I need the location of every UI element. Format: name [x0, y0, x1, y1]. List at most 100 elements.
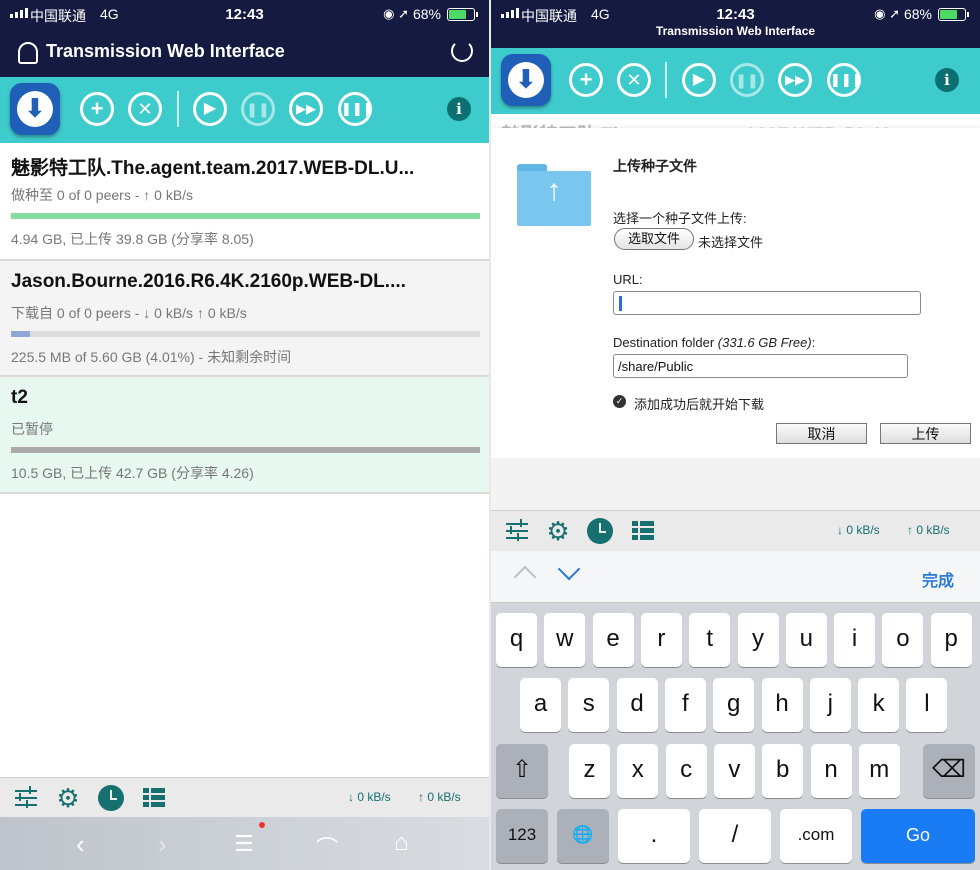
torrent-row[interactable]: Jason.Bourne.2016.R6.4K.2160p.WEB-DL....… [0, 261, 489, 377]
start-all-button[interactable]: ▶▶ [289, 92, 323, 126]
upload-speed: ↑ 0 kB/s [907, 523, 950, 537]
battery-percent: 68% [903, 6, 932, 22]
list-icon[interactable] [630, 518, 656, 544]
progress-bar [11, 331, 480, 337]
filter-sliders-icon[interactable] [504, 518, 530, 544]
filter-sliders-icon[interactable] [13, 785, 39, 811]
back-icon[interactable]: ‹ [76, 829, 85, 860]
key-s[interactable]: s [568, 678, 610, 732]
upload-speed: ↑ 0 kB/s [418, 790, 461, 804]
choose-file-button[interactable]: 选取文件 [614, 228, 694, 250]
key-t[interactable]: t [689, 613, 731, 667]
text-caret [619, 296, 622, 311]
status-bar: 中国联通 4G 12:43 ◉ ➚ 68% [0, 0, 489, 28]
clock-icon[interactable] [98, 785, 124, 811]
dialog-title: 上传种子文件 [613, 158, 697, 174]
torrent-peers: 做种至 0 of 0 peers - ↑ 0 kB/s [11, 187, 194, 203]
pause-button[interactable]: ❚❚ [730, 63, 764, 97]
list-behind-dialog: 魅影特工队.The.agent.team.2017.WEB-DL.U... [491, 114, 980, 128]
key-f[interactable]: f [664, 678, 706, 732]
pause-all-button[interactable]: ❚❚❚ [338, 92, 374, 126]
info-icon[interactable]: i [447, 97, 471, 121]
torrent-row[interactable]: t2 已暂停 10.5 GB, 已上传 42.7 GB (分享率 4.26) [0, 377, 489, 494]
key-a[interactable]: a [520, 678, 561, 732]
key-w[interactable]: w [544, 613, 586, 667]
notification-dot [259, 822, 265, 828]
key-b[interactable]: b [762, 744, 804, 798]
destination-folder-input[interactable]: /share/Public [613, 354, 908, 378]
torrent-stats: 225.5 MB of 5.60 GB (4.01%) - 未知剩余时间 [11, 349, 292, 365]
info-icon[interactable]: i [935, 68, 959, 92]
right-screen: 中国联通 4G 12:43 ◉ ➚ 68% Transmission Web I… [491, 0, 980, 870]
key-e[interactable]: e [592, 613, 634, 667]
key-n[interactable]: n [810, 744, 852, 798]
app-header: Transmission Web Interface [0, 28, 489, 77]
key-x[interactable]: x [617, 744, 659, 798]
autostart-checkbox[interactable]: ✓ [613, 395, 626, 408]
transmission-logo: ⬇ [501, 54, 551, 106]
start-button[interactable]: ▶ [682, 63, 716, 97]
pause-button[interactable]: ❚❚ [241, 92, 275, 126]
clock-icon[interactable] [587, 518, 613, 544]
list-icon[interactable] [141, 785, 167, 811]
key-i[interactable]: i [834, 613, 876, 667]
start-button[interactable]: ▶ [193, 92, 227, 126]
add-torrent-button[interactable]: + [80, 92, 114, 126]
remove-torrent-button[interactable]: ✕ [617, 63, 651, 97]
home-icon[interactable]: ⌂ [394, 829, 409, 857]
gear-icon[interactable]: ⚙ [55, 785, 81, 811]
refresh-icon[interactable] [451, 40, 473, 62]
start-all-button[interactable]: ▶▶ [778, 63, 812, 97]
previous-field-chevron-icon[interactable] [513, 565, 537, 589]
key-j[interactable]: j [809, 678, 851, 732]
key-u[interactable]: u [785, 613, 827, 667]
page-title: Transmission Web Interface [491, 24, 980, 42]
battery-icon [447, 8, 478, 21]
gear-icon[interactable]: ⚙ [545, 518, 571, 544]
slash-key[interactable]: / [699, 809, 771, 863]
download-arrow-icon: ⬇ [24, 93, 46, 123]
download-speed: ↓ 0 kB/s [837, 523, 880, 537]
backspace-key[interactable]: ⌫ [923, 744, 975, 798]
menu-icon[interactable]: ☰ [234, 831, 254, 857]
period-key[interactable]: . [618, 809, 690, 863]
pause-all-button[interactable]: ❚❚❚ [827, 63, 863, 97]
add-torrent-button[interactable]: + [569, 63, 603, 97]
download-arrow-icon: ⬇ [515, 64, 537, 94]
key-d[interactable]: d [616, 678, 658, 732]
url-input[interactable] [613, 291, 921, 315]
key-c[interactable]: c [665, 744, 707, 798]
numbers-key[interactable]: 123 [496, 809, 548, 863]
key-v[interactable]: v [713, 744, 755, 798]
keyboard-accessory-bar: 完成 [491, 551, 980, 603]
torrent-row[interactable]: 魅影特工队.The.agent.team.2017.WEB-DL.U... 做种… [0, 143, 489, 261]
key-g[interactable]: g [713, 678, 755, 732]
key-m[interactable]: m [858, 744, 900, 798]
no-file-text: 未选择文件 [698, 235, 764, 250]
globe-icon[interactable]: 🌐 [557, 809, 609, 863]
page-title: Transmission Web Interface [46, 41, 285, 61]
next-field-chevron-icon[interactable] [557, 557, 581, 581]
key-h[interactable]: h [761, 678, 803, 732]
torrent-stats: 10.5 GB, 已上传 42.7 GB (分享率 4.26) [11, 465, 254, 481]
key-q[interactable]: q [496, 613, 537, 667]
key-p[interactable]: p [930, 613, 972, 667]
key-z[interactable]: z [569, 744, 610, 798]
key-k[interactable]: k [858, 678, 900, 732]
key-y[interactable]: y [737, 613, 779, 667]
free-space-text: (331.6 GB Free) [717, 335, 812, 350]
cancel-button[interactable]: 取消 [776, 423, 867, 444]
key-r[interactable]: r [640, 613, 682, 667]
key-l[interactable]: l [906, 678, 948, 732]
location-icon: ◉ ➚ [383, 6, 409, 21]
dotcom-key[interactable]: .com [780, 809, 852, 863]
remove-torrent-button[interactable]: ✕ [128, 92, 162, 126]
upload-button[interactable]: 上传 [880, 423, 971, 444]
key-o[interactable]: o [882, 613, 924, 667]
shift-key[interactable]: ⇧ [496, 744, 548, 798]
done-button[interactable]: 完成 [922, 567, 954, 591]
ghost-mode-icon[interactable]: ⌒ [316, 831, 338, 863]
forward-icon[interactable]: › [158, 829, 167, 860]
go-key[interactable]: Go [861, 809, 975, 863]
transmission-logo: ⬇ [10, 83, 60, 135]
